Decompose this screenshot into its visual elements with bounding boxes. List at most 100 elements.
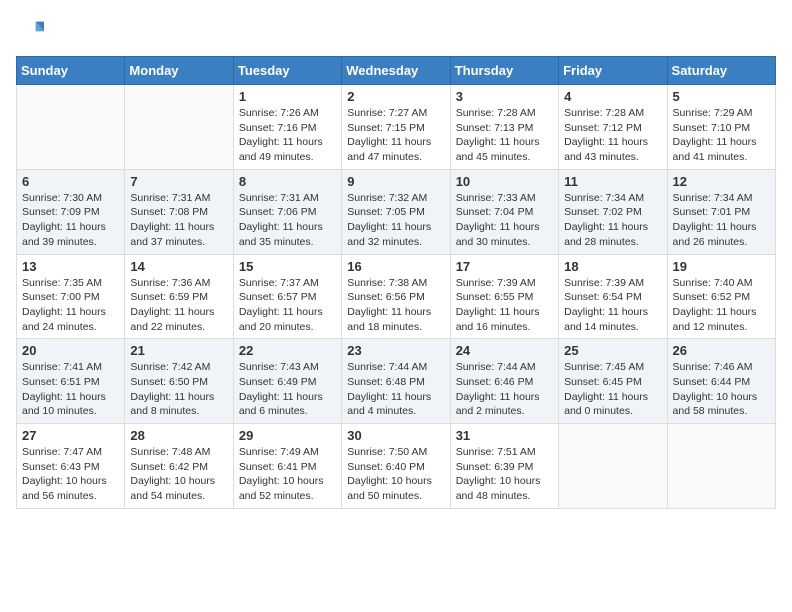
day-number: 21: [130, 343, 227, 358]
day-number: 25: [564, 343, 661, 358]
week-row-3: 13Sunrise: 7:35 AM Sunset: 7:00 PM Dayli…: [17, 254, 776, 339]
day-cell: 29 Sunrise: 7:49 AM Sunset: 6:41 PM Dayli…: [233, 424, 341, 509]
day-number: 2: [347, 89, 444, 104]
day-number: 15: [239, 259, 336, 274]
day-number: 22: [239, 343, 336, 358]
day-cell: 21 Sunrise: 7:42 AM Sunset: 6:50 PM Dayli…: [125, 339, 233, 424]
day-cell: 6Sunrise: 7:30 AM Sunset: 7:09 PM Daylig…: [17, 169, 125, 254]
day-cell: 26 Sunrise: 7:46 AM Sunset: 6:44 PM Dayli…: [667, 339, 775, 424]
logo-icon: [16, 16, 44, 44]
day-info: Sunrise: 7:38 AM Sunset: 6:56 PM Dayligh…: [347, 276, 444, 335]
day-info: Sunrise: 7:45 AM Sunset: 6:45 PM Dayligh…: [564, 360, 661, 419]
week-row-1: 1Sunrise: 7:26 AM Sunset: 7:16 PM Daylig…: [17, 85, 776, 170]
day-info: Sunrise: 7:26 AM Sunset: 7:16 PM Dayligh…: [239, 106, 336, 165]
day-cell: 15 Sunrise: 7:37 AM Sunset: 6:57 PM Dayli…: [233, 254, 341, 339]
day-info: Sunrise: 7:42 AM Sunset: 6:50 PM Dayligh…: [130, 360, 227, 419]
day-number: 17: [456, 259, 553, 274]
day-number: 8: [239, 174, 336, 189]
day-number: 4: [564, 89, 661, 104]
day-info: Sunrise: 7:31 AM Sunset: 7:08 PM Dayligh…: [130, 191, 227, 250]
day-number: 3: [456, 89, 553, 104]
day-number: 9: [347, 174, 444, 189]
day-info: Sunrise: 7:47 AM Sunset: 6:43 PM Dayligh…: [22, 445, 119, 504]
day-cell: 10Sunrise: 7:33 AM Sunset: 7:04 PM Dayli…: [450, 169, 558, 254]
day-info: Sunrise: 7:46 AM Sunset: 6:44 PM Dayligh…: [673, 360, 770, 419]
day-info: Sunrise: 7:39 AM Sunset: 6:54 PM Dayligh…: [564, 276, 661, 335]
day-cell: 3 Sunrise: 7:28 AM Sunset: 7:13 PM Daylig…: [450, 85, 558, 170]
day-number: 11: [564, 174, 661, 189]
day-cell: 1Sunrise: 7:26 AM Sunset: 7:16 PM Daylig…: [233, 85, 341, 170]
day-cell: [17, 85, 125, 170]
day-number: 28: [130, 428, 227, 443]
day-info: Sunrise: 7:37 AM Sunset: 6:57 PM Dayligh…: [239, 276, 336, 335]
day-cell: 30 Sunrise: 7:50 AM Sunset: 6:40 PM Dayli…: [342, 424, 450, 509]
day-number: 30: [347, 428, 444, 443]
day-info: Sunrise: 7:50 AM Sunset: 6:40 PM Dayligh…: [347, 445, 444, 504]
day-info: Sunrise: 7:51 AM Sunset: 6:39 PM Dayligh…: [456, 445, 553, 504]
day-number: 20: [22, 343, 119, 358]
header-day-saturday: Saturday: [667, 57, 775, 85]
week-row-5: 27Sunrise: 7:47 AM Sunset: 6:43 PM Dayli…: [17, 424, 776, 509]
day-info: Sunrise: 7:28 AM Sunset: 7:13 PM Dayligh…: [456, 106, 553, 165]
page-header: [16, 16, 776, 44]
header-day-tuesday: Tuesday: [233, 57, 341, 85]
header-day-friday: Friday: [559, 57, 667, 85]
day-cell: 17 Sunrise: 7:39 AM Sunset: 6:55 PM Dayli…: [450, 254, 558, 339]
day-cell: 27Sunrise: 7:47 AM Sunset: 6:43 PM Dayli…: [17, 424, 125, 509]
day-cell: 25 Sunrise: 7:45 AM Sunset: 6:45 PM Dayli…: [559, 339, 667, 424]
day-info: Sunrise: 7:41 AM Sunset: 6:51 PM Dayligh…: [22, 360, 119, 419]
day-info: Sunrise: 7:35 AM Sunset: 7:00 PM Dayligh…: [22, 276, 119, 335]
day-cell: [667, 424, 775, 509]
day-cell: 24 Sunrise: 7:44 AM Sunset: 6:46 PM Dayli…: [450, 339, 558, 424]
day-cell: 20 Sunrise: 7:41 AM Sunset: 6:51 PM Dayli…: [17, 339, 125, 424]
day-number: 14: [130, 259, 227, 274]
day-info: Sunrise: 7:34 AM Sunset: 7:02 PM Dayligh…: [564, 191, 661, 250]
day-cell: 11 Sunrise: 7:34 AM Sunset: 7:02 PM Dayli…: [559, 169, 667, 254]
day-info: Sunrise: 7:48 AM Sunset: 6:42 PM Dayligh…: [130, 445, 227, 504]
day-cell: 23 Sunrise: 7:44 AM Sunset: 6:48 PM Dayli…: [342, 339, 450, 424]
day-number: 7: [130, 174, 227, 189]
day-number: 29: [239, 428, 336, 443]
day-info: Sunrise: 7:44 AM Sunset: 6:46 PM Dayligh…: [456, 360, 553, 419]
day-cell: 31Sunrise: 7:51 AM Sunset: 6:39 PM Dayli…: [450, 424, 558, 509]
logo: [16, 16, 48, 44]
day-info: Sunrise: 7:30 AM Sunset: 7:09 PM Dayligh…: [22, 191, 119, 250]
day-cell: 7 Sunrise: 7:31 AM Sunset: 7:08 PM Daylig…: [125, 169, 233, 254]
day-info: Sunrise: 7:40 AM Sunset: 6:52 PM Dayligh…: [673, 276, 770, 335]
day-cell: 18 Sunrise: 7:39 AM Sunset: 6:54 PM Dayli…: [559, 254, 667, 339]
day-number: 19: [673, 259, 770, 274]
day-number: 24: [456, 343, 553, 358]
day-info: Sunrise: 7:32 AM Sunset: 7:05 PM Dayligh…: [347, 191, 444, 250]
day-number: 23: [347, 343, 444, 358]
day-number: 18: [564, 259, 661, 274]
day-cell: 9 Sunrise: 7:32 AM Sunset: 7:05 PM Daylig…: [342, 169, 450, 254]
day-info: Sunrise: 7:49 AM Sunset: 6:41 PM Dayligh…: [239, 445, 336, 504]
header-row: SundayMondayTuesdayWednesdayThursdayFrid…: [17, 57, 776, 85]
day-cell: 2 Sunrise: 7:27 AM Sunset: 7:15 PM Daylig…: [342, 85, 450, 170]
day-number: 26: [673, 343, 770, 358]
day-number: 12: [673, 174, 770, 189]
day-info: Sunrise: 7:27 AM Sunset: 7:15 PM Dayligh…: [347, 106, 444, 165]
day-number: 16: [347, 259, 444, 274]
day-number: 5: [673, 89, 770, 104]
day-info: Sunrise: 7:44 AM Sunset: 6:48 PM Dayligh…: [347, 360, 444, 419]
day-cell: 12 Sunrise: 7:34 AM Sunset: 7:01 PM Dayli…: [667, 169, 775, 254]
day-cell: 22 Sunrise: 7:43 AM Sunset: 6:49 PM Dayli…: [233, 339, 341, 424]
day-info: Sunrise: 7:34 AM Sunset: 7:01 PM Dayligh…: [673, 191, 770, 250]
day-cell: 28 Sunrise: 7:48 AM Sunset: 6:42 PM Dayli…: [125, 424, 233, 509]
day-info: Sunrise: 7:28 AM Sunset: 7:12 PM Dayligh…: [564, 106, 661, 165]
day-cell: 13Sunrise: 7:35 AM Sunset: 7:00 PM Dayli…: [17, 254, 125, 339]
day-cell: 16 Sunrise: 7:38 AM Sunset: 6:56 PM Dayli…: [342, 254, 450, 339]
day-cell: [559, 424, 667, 509]
day-cell: [125, 85, 233, 170]
day-cell: 5Sunrise: 7:29 AM Sunset: 7:10 PM Daylig…: [667, 85, 775, 170]
day-info: Sunrise: 7:31 AM Sunset: 7:06 PM Dayligh…: [239, 191, 336, 250]
day-info: Sunrise: 7:43 AM Sunset: 6:49 PM Dayligh…: [239, 360, 336, 419]
day-info: Sunrise: 7:39 AM Sunset: 6:55 PM Dayligh…: [456, 276, 553, 335]
day-info: Sunrise: 7:36 AM Sunset: 6:59 PM Dayligh…: [130, 276, 227, 335]
header-day-thursday: Thursday: [450, 57, 558, 85]
calendar-table: SundayMondayTuesdayWednesdayThursdayFrid…: [16, 56, 776, 509]
header-day-wednesday: Wednesday: [342, 57, 450, 85]
day-number: 10: [456, 174, 553, 189]
day-cell: 19 Sunrise: 7:40 AM Sunset: 6:52 PM Dayli…: [667, 254, 775, 339]
